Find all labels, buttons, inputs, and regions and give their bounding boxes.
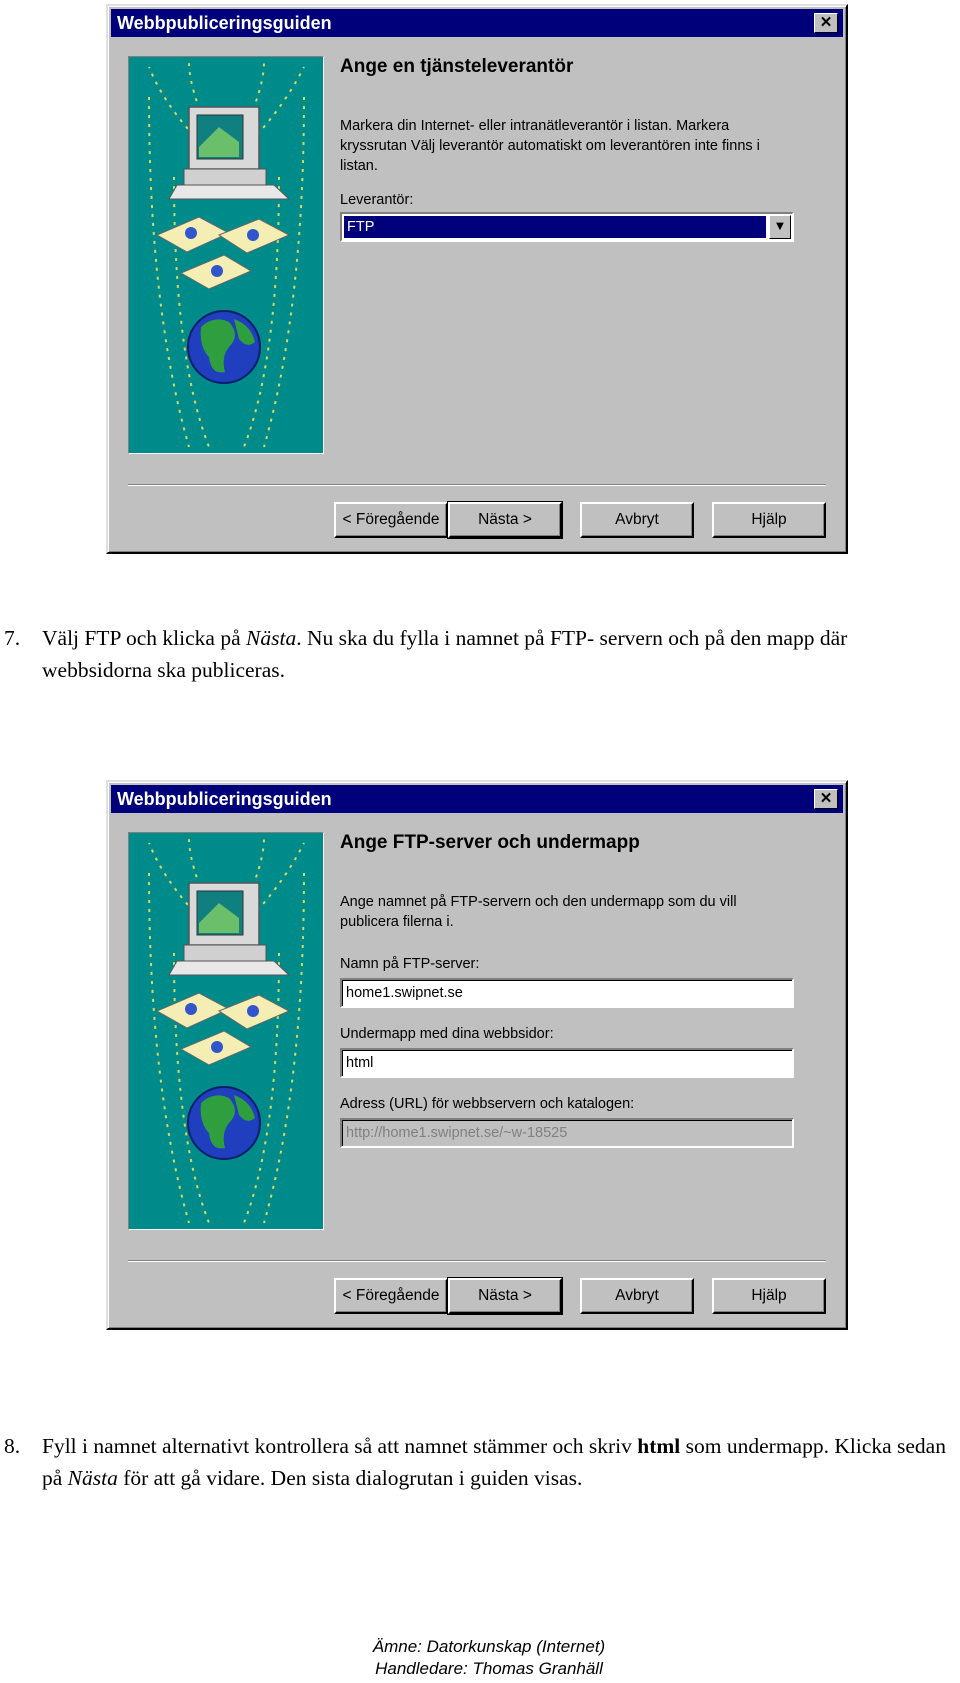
page-heading: Ange FTP-server och undermapp bbox=[340, 832, 640, 853]
provider-label: Leverantör: bbox=[340, 192, 414, 208]
step-text-part: Fyll i namnet alternativt kontrollera så… bbox=[42, 1434, 638, 1458]
description-text: Ange namnet på FTP-servern och den under… bbox=[340, 894, 737, 930]
close-button[interactable]: ✕ bbox=[814, 13, 838, 33]
back-button[interactable]: < Föregående bbox=[334, 502, 448, 538]
subfolder-input[interactable]: html bbox=[340, 1048, 794, 1078]
url-label: Adress (URL) för webbservern och katalog… bbox=[340, 1096, 635, 1112]
step-text: Välj FTP och klicka på Nästa. Nu ska du … bbox=[42, 622, 957, 686]
next-button[interactable]: Nästa > bbox=[447, 501, 563, 539]
step-text-italic: Nästa bbox=[246, 626, 297, 650]
step-text-part: för att gå vidare. Den sista dialogrutan… bbox=[117, 1466, 583, 1490]
help-button[interactable]: Hjälp bbox=[712, 502, 826, 538]
wizard-illustration bbox=[128, 832, 324, 1230]
footer-subject: Ämne: Datorkunskap (Internet) bbox=[372, 1637, 606, 1656]
title-bar: Webbpubliceringsguiden ✕ bbox=[111, 785, 843, 813]
step-text: Fyll i namnet alternativt kontrollera så… bbox=[42, 1430, 957, 1494]
subfolder-label: Undermapp med dina webbsidor: bbox=[340, 1026, 554, 1042]
wizard-dialog-provider: Webbpubliceringsguiden ✕ Ange en tjänste… bbox=[106, 4, 848, 554]
help-button[interactable]: Hjälp bbox=[712, 1278, 826, 1314]
close-icon: ✕ bbox=[819, 790, 833, 807]
step-number: 7. bbox=[4, 626, 21, 650]
page-heading: Ange en tjänsteleverantör bbox=[340, 56, 574, 77]
cancel-button[interactable]: Avbryt bbox=[580, 1278, 694, 1314]
divider bbox=[128, 1260, 826, 1262]
dialog-title: Webbpubliceringsguiden bbox=[117, 13, 332, 33]
step-text-part: Välj FTP och klicka på bbox=[42, 626, 247, 650]
provider-selected-value: FTP bbox=[344, 216, 766, 238]
wizard-illustration bbox=[128, 56, 324, 454]
title-bar: Webbpubliceringsguiden ✕ bbox=[111, 9, 843, 37]
computer-globe-illustration-icon bbox=[148, 61, 305, 448]
ftp-server-input[interactable]: home1.swipnet.se bbox=[340, 978, 794, 1008]
chevron-down-icon[interactable]: ▼ bbox=[769, 215, 791, 239]
divider bbox=[128, 484, 826, 486]
ftp-server-label: Namn på FTP-server: bbox=[340, 956, 480, 972]
cancel-button[interactable]: Avbryt bbox=[580, 502, 694, 538]
description-text: Markera din Internet- eller intranätleve… bbox=[340, 118, 760, 174]
step-text-italic: Nästa bbox=[67, 1466, 118, 1490]
step-number: 8. bbox=[4, 1434, 21, 1458]
back-button[interactable]: < Föregående bbox=[334, 1278, 448, 1314]
footer-supervisor: Handledare: Thomas Granhäll bbox=[375, 1659, 603, 1678]
next-button[interactable]: Nästa > bbox=[447, 1277, 563, 1315]
url-field: http://home1.swipnet.se/~w-18525 bbox=[340, 1118, 794, 1148]
computer-globe-illustration-icon bbox=[148, 837, 305, 1224]
close-icon: ✕ bbox=[819, 14, 833, 31]
wizard-dialog-ftp-server: Webbpubliceringsguiden ✕ Ange FTP-server… bbox=[106, 780, 848, 1330]
dialog-title: Webbpubliceringsguiden bbox=[117, 789, 332, 809]
provider-dropdown[interactable]: FTP ▼ bbox=[340, 212, 794, 242]
close-button[interactable]: ✕ bbox=[814, 789, 838, 809]
step-text-bold: html bbox=[637, 1434, 681, 1458]
page-footer: Ämne: Datorkunskap (Internet) Handledare… bbox=[0, 1636, 960, 1680]
